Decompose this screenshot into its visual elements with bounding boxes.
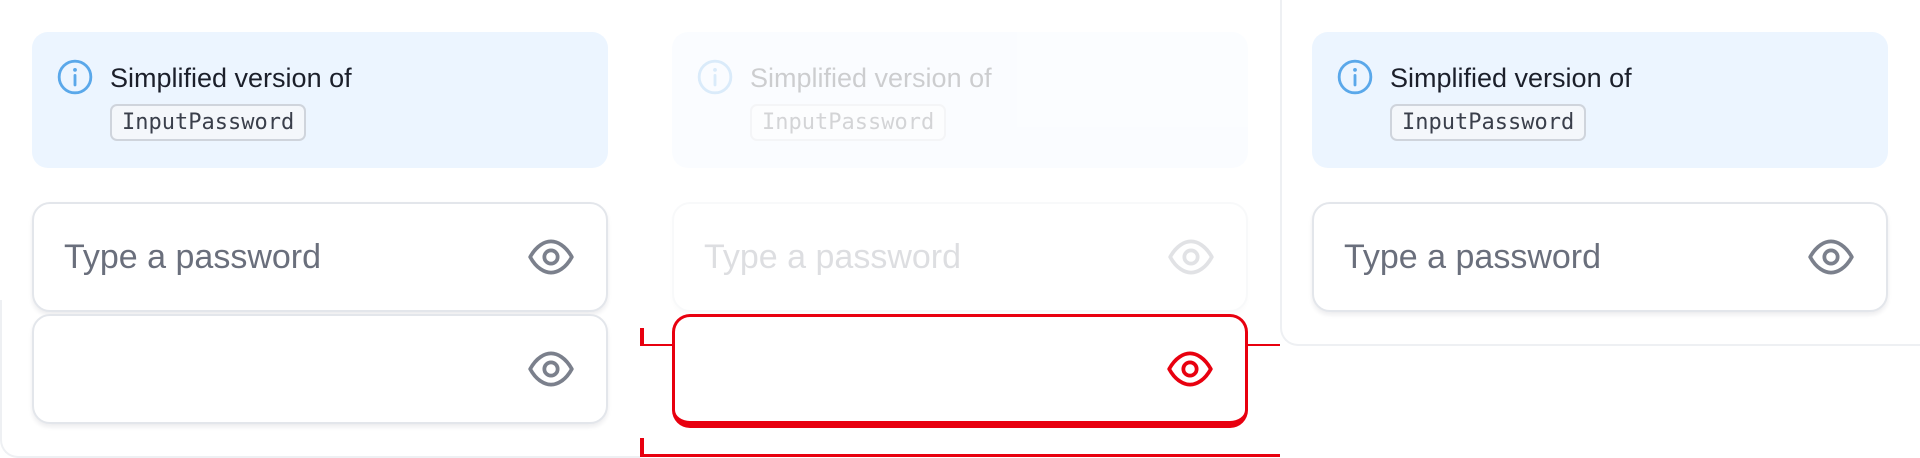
notice-body: Simplified version of InputPassword [110, 56, 352, 141]
eye-icon[interactable] [1806, 232, 1856, 282]
highlight-guide-notch [640, 328, 644, 346]
password-input[interactable] [32, 314, 608, 424]
password-input[interactable]: Type a password [1312, 202, 1888, 312]
info-notice: Simplified version of InputPassword [672, 32, 1248, 168]
info-icon [697, 59, 733, 95]
info-icon [57, 59, 93, 95]
eye-icon[interactable] [1165, 344, 1215, 394]
notice-text: Simplified version of [1390, 63, 1632, 93]
code-chip: InputPassword [1390, 104, 1587, 141]
highlight-guide-bottom [640, 454, 1280, 457]
password-input[interactable]: Type a password [672, 202, 1248, 312]
info-notice: Simplified version of InputPassword [32, 32, 608, 168]
password-placeholder: Type a password [704, 237, 962, 276]
code-chip: InputPassword [750, 104, 947, 141]
notice-body: Simplified version of InputPassword [750, 56, 992, 141]
password-placeholder: Type a password [1344, 237, 1602, 276]
column-3: Simplified version of InputPassword Type… [1312, 32, 1888, 312]
eye-icon[interactable] [526, 232, 576, 282]
password-placeholder: Type a password [64, 237, 322, 276]
notice-text: Simplified version of [110, 63, 352, 93]
stage: Simplified version of InputPassword Type… [0, 0, 1920, 458]
column-1: Simplified version of InputPassword Type… [32, 32, 608, 424]
highlight-guide-notch [640, 438, 644, 456]
eye-icon[interactable] [526, 344, 576, 394]
eye-icon[interactable] [1166, 232, 1216, 282]
info-notice: Simplified version of InputPassword [1312, 32, 1888, 168]
column-2: Simplified version of InputPassword Type… [672, 32, 1248, 312]
notice-body: Simplified version of InputPassword [1390, 56, 1632, 141]
notice-text: Simplified version of [750, 63, 992, 93]
password-input[interactable]: Type a password [32, 202, 608, 312]
password-input-highlighted[interactable] [672, 314, 1248, 428]
info-icon [1337, 59, 1373, 95]
code-chip: InputPassword [110, 104, 307, 141]
